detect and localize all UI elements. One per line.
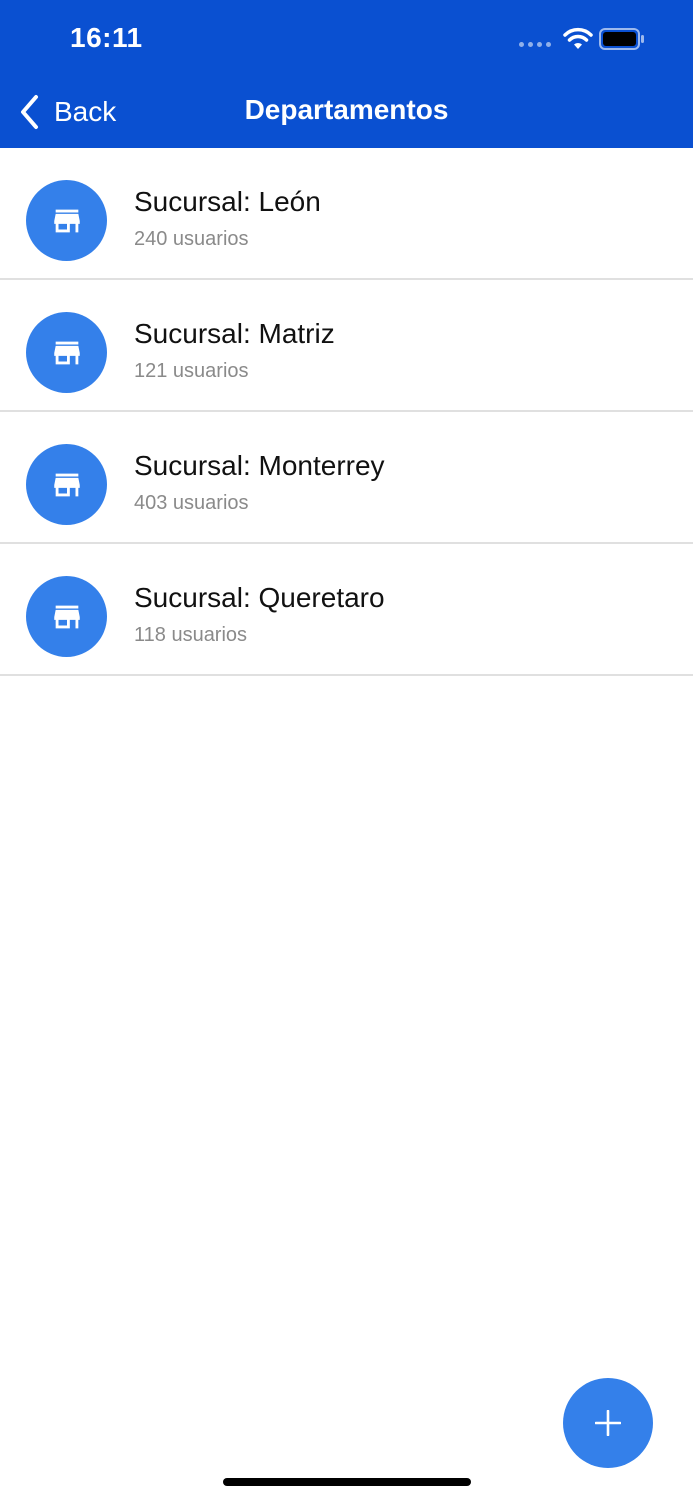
app-header: 16:11 Back Departamentos [0,0,693,148]
avatar [26,312,107,393]
avatar [26,576,107,657]
list-item[interactable]: Sucursal: Matriz 121 usuarios [0,280,693,412]
store-icon [54,209,80,233]
department-list: Sucursal: León 240 usuarios Sucursal: Ma… [0,148,693,676]
list-item[interactable]: Sucursal: Queretaro 118 usuarios [0,544,693,676]
battery-icon [599,28,644,50]
avatar [26,444,107,525]
chevron-left-icon [21,95,38,129]
status-time: 16:11 [70,22,143,53]
store-icon [54,473,80,497]
wifi-icon [563,27,593,49]
item-title: Sucursal: Queretaro [134,582,385,613]
back-label: Back [54,96,117,127]
item-title: Sucursal: Monterrey [134,450,385,481]
add-department-button[interactable] [563,1378,653,1468]
item-subtitle: 240 usuarios [134,228,249,250]
list-item[interactable]: Sucursal: León 240 usuarios [0,148,693,280]
back-button[interactable]: Back [18,92,116,132]
store-icon [54,341,80,365]
list-item[interactable]: Sucursal: Monterrey 403 usuarios [0,412,693,544]
item-subtitle: 403 usuarios [134,492,249,514]
store-icon [54,605,80,629]
item-subtitle: 121 usuarios [134,360,249,382]
item-subtitle: 118 usuarios [134,624,248,646]
signal-icon [519,42,553,48]
item-title: Sucursal: Matriz [134,318,335,349]
item-title: Sucursal: León [134,186,321,217]
home-indicator[interactable] [223,1478,471,1486]
avatar [26,180,107,261]
status-icons [519,26,649,54]
plus-icon [595,1410,621,1436]
